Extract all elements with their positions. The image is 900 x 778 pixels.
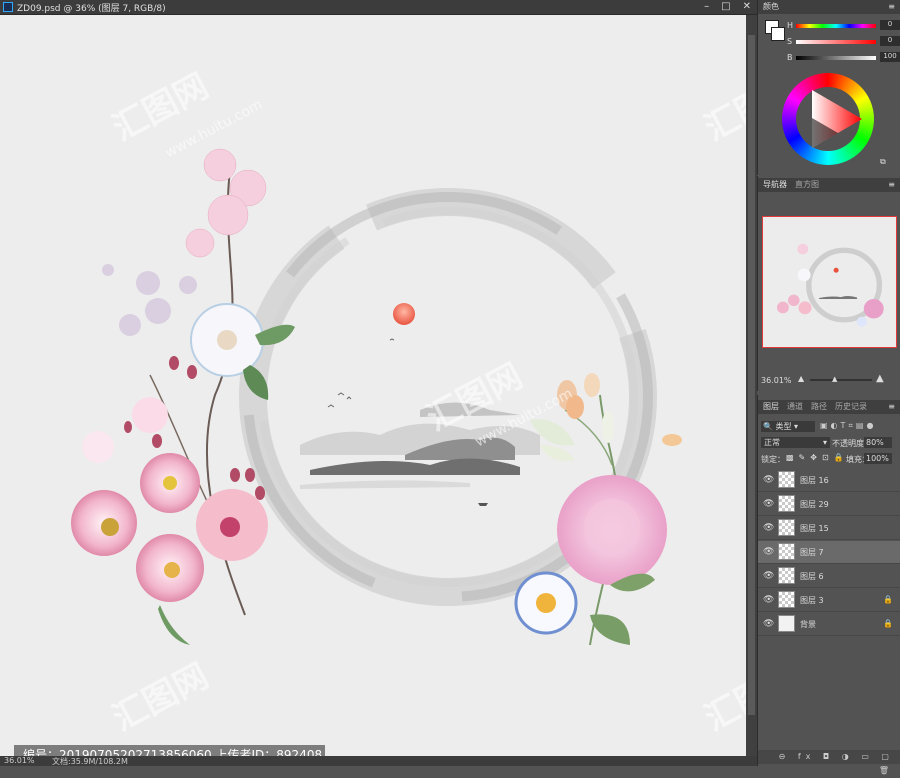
layer-name[interactable]: 图层 3 [800, 595, 824, 606]
fill-input[interactable]: 100% [864, 453, 892, 464]
image-id-caption: 编号：20190705202713856060 上传者ID：892408 [14, 745, 325, 756]
tab-histogram[interactable]: 直方图 [795, 178, 819, 192]
tab-paths[interactable]: 路径 [811, 400, 827, 414]
layer-thumbnail [778, 543, 795, 560]
lock-icons[interactable]: ▩✎✥⊡🔒 [786, 453, 849, 462]
vertical-scrollbar[interactable] [746, 15, 757, 756]
navigator-panel: 导航器 直方图 ≡ 36.01% ▲ ▲ ▲ [757, 176, 900, 391]
tab-history[interactable]: 历史记录 [835, 400, 867, 414]
s-label: S [787, 37, 793, 46]
navigator-thumbnail [776, 243, 884, 327]
layer-thumbnail [778, 567, 795, 584]
color-triangle[interactable] [802, 88, 864, 150]
layer-list: 👁 图层 16 👁 图层 29 👁 图层 15 👁 图层 7 👁 图层 6 👁 图层 3 🔒 👁 背景 🔒 [758, 469, 900, 639]
layers-panel: 图层 通道 路径 历史记录 ≡ 🔍 类型 ▾ ▣◐T⌗▤● 正常 ▾ 不透明度： … [757, 395, 900, 775]
panel-menu-icon[interactable]: ≡ [888, 0, 895, 14]
layer-thumbnail [778, 591, 795, 608]
swap-icon[interactable]: ⧉ [880, 157, 886, 167]
navigator-preview[interactable] [762, 216, 897, 348]
layer-thumbnail [778, 519, 795, 536]
zoom-slider-handle[interactable]: ▲ [832, 375, 837, 383]
layer-thumbnail [778, 471, 795, 488]
zoom-out-icon[interactable]: ▲ [798, 374, 804, 383]
panel-menu-icon[interactable]: ≡ [888, 400, 895, 414]
panel-menu-icon[interactable]: ≡ [888, 178, 895, 192]
eye-icon[interactable]: 👁 [763, 475, 774, 485]
lock-icon: 🔒 [883, 595, 893, 604]
navigator-tabs: 导航器 直方图 ≡ [758, 178, 900, 192]
eye-icon[interactable]: 👁 [763, 595, 774, 605]
layer-name[interactable]: 图层 16 [800, 475, 829, 486]
filter-kind-select[interactable]: 🔍 类型 ▾ [761, 421, 815, 432]
lock-icon: 🔒 [883, 619, 893, 628]
h-value[interactable]: 0 [880, 20, 900, 30]
brightness-slider[interactable] [796, 56, 876, 60]
birds [327, 338, 395, 408]
layers-footer-toolbar[interactable]: ⊖ fx ◘ ◑ ▭ ▢ 🗑 [758, 750, 900, 775]
layer-filter-icons[interactable]: ▣◐T⌗▤● [820, 421, 876, 431]
scroll-thumb[interactable] [748, 35, 755, 715]
tab-channels[interactable]: 通道 [787, 400, 803, 414]
background-swatch[interactable] [771, 27, 785, 41]
eye-icon[interactable]: 👁 [763, 571, 774, 581]
ink-mountains [300, 402, 540, 489]
opacity-input[interactable]: 80% [864, 437, 892, 448]
layer-thumbnail [778, 495, 795, 512]
layer-thumbnail [778, 615, 795, 632]
eye-icon[interactable]: 👁 [763, 523, 774, 533]
b-value[interactable]: 100 [880, 52, 900, 62]
eye-icon[interactable]: 👁 [763, 547, 774, 557]
left-flower-cluster [71, 148, 295, 645]
photoshop-icon [3, 2, 13, 12]
color-panel-tab[interactable]: 颜色 ≡ [758, 0, 900, 14]
red-sun [393, 303, 415, 325]
hue-slider[interactable] [796, 24, 876, 28]
navigator-zoom[interactable]: 36.01% [761, 376, 792, 385]
document-title: ZD09.psd @ 36% (图层 7, RGB/8) [17, 4, 166, 14]
layer-name[interactable]: 图层 15 [800, 523, 829, 534]
zoom-readout[interactable]: 36.01% [4, 756, 35, 765]
color-panel: 颜色≡ H 0 ° S 0 % B 100 % ⧉ [757, 0, 900, 175]
layer-name[interactable]: 图层 6 [800, 571, 824, 582]
layer-row[interactable]: 👁 图层 3 🔒 [758, 589, 900, 612]
filter-kind-label: 类型 [775, 422, 792, 431]
b-label: B [787, 53, 793, 62]
zoom-slider[interactable] [810, 379, 872, 381]
document-titlebar: ZD09.psd @ 36% (图层 7, RGB/8) – □ ✕ [0, 0, 757, 15]
tab-layers[interactable]: 图层 [763, 400, 779, 414]
layer-row[interactable]: 👁 图层 6 [758, 565, 900, 588]
blend-mode-value: 正常 [764, 438, 780, 447]
tab-navigator[interactable]: 导航器 [763, 178, 787, 192]
layer-name[interactable]: 图层 7 [800, 547, 824, 558]
minimize-button[interactable]: – [704, 0, 709, 14]
eye-icon[interactable]: 👁 [763, 499, 774, 509]
tab-color[interactable]: 颜色 [763, 0, 779, 14]
eye-icon[interactable]: 👁 [763, 619, 774, 629]
layer-name[interactable]: 背景 [800, 619, 816, 630]
doc-size: 文档:35.9M/108.2M [52, 757, 128, 766]
h-label: H [787, 21, 794, 30]
zoom-in-icon[interactable]: ▲ [876, 373, 884, 384]
blend-mode-select[interactable]: 正常 ▾ [761, 437, 830, 448]
layer-row[interactable]: 👁 图层 16 [758, 469, 900, 492]
s-value[interactable]: 0 [880, 36, 900, 46]
layer-name[interactable]: 图层 29 [800, 499, 829, 510]
status-bar: 36.01% 文档:35.9M/108.2M [0, 756, 757, 766]
layers-tabs: 图层 通道 路径 历史记录 ≡ [758, 400, 900, 414]
layer-row[interactable]: 👁 图层 29 [758, 493, 900, 516]
document-canvas[interactable]: 汇图网 汇图网 汇图网 汇图网 汇图网 www.huitu.com www.hu… [0, 15, 746, 756]
boat [478, 503, 488, 506]
close-button[interactable]: ✕ [743, 0, 751, 14]
maximize-button[interactable]: □ [721, 0, 730, 14]
layer-row[interactable]: 👁 背景 🔒 [758, 613, 900, 636]
layer-row[interactable]: 👁 图层 7 [758, 541, 900, 564]
layer-row[interactable]: 👁 图层 15 [758, 517, 900, 540]
lock-label: 锁定： [761, 455, 785, 464]
saturation-slider[interactable] [796, 40, 876, 44]
